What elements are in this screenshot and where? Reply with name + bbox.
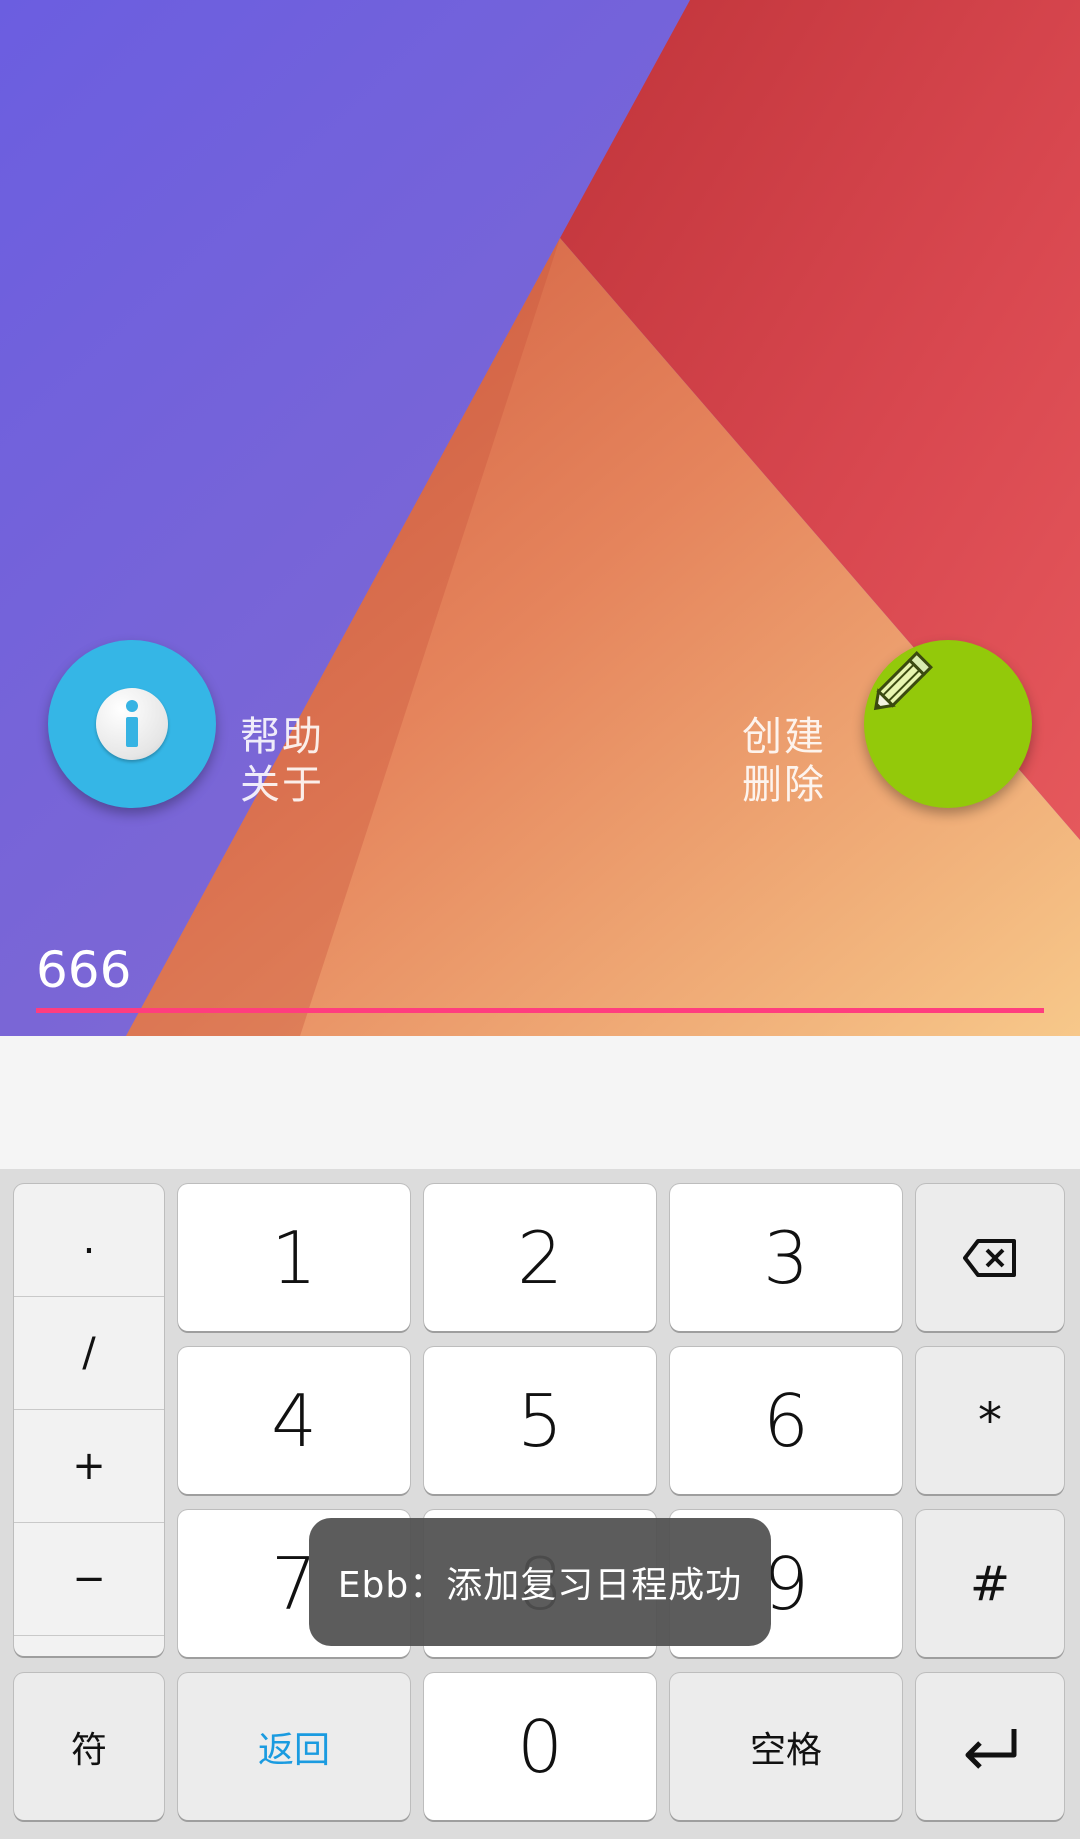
info-icon <box>96 688 168 760</box>
key-3-label: 3 <box>763 1215 809 1300</box>
symbols-key[interactable]: 符 <box>14 1673 164 1820</box>
enter-icon <box>965 1728 1017 1769</box>
key-4-label: 4 <box>271 1378 317 1463</box>
key-4[interactable]: 4 <box>178 1347 410 1494</box>
text-input[interactable]: 666 <box>36 930 1044 1013</box>
backspace-icon <box>963 1238 1016 1277</box>
create-delete-button[interactable] <box>864 640 1032 808</box>
enter-key[interactable] <box>916 1673 1064 1820</box>
wallpaper-background <box>0 0 1080 1036</box>
input-value: 666 <box>36 941 132 999</box>
space-key-label: 空格 <box>749 1729 822 1771</box>
help-label: 帮助 <box>240 714 324 760</box>
symbol-key-plus[interactable]: + <box>14 1410 164 1523</box>
key-3[interactable]: 3 <box>670 1184 902 1331</box>
hash-key[interactable]: # <box>916 1510 1064 1657</box>
key-6-label: 6 <box>763 1378 809 1463</box>
star-key[interactable]: * <box>916 1347 1064 1494</box>
help-about-label: 帮助 关于 <box>240 713 324 809</box>
key-5-label: 5 <box>517 1378 563 1463</box>
symbols-key-label: 符 <box>70 1729 107 1771</box>
create-delete-label: 创建 删除 <box>742 713 826 809</box>
symbol-panel[interactable]: . / + − <box>14 1184 164 1656</box>
return-key-label: 返回 <box>257 1729 330 1771</box>
key-1[interactable]: 1 <box>178 1184 410 1331</box>
symbol-key-minus[interactable]: − <box>14 1523 164 1636</box>
about-label: 关于 <box>240 762 324 808</box>
key-0[interactable]: 0 <box>424 1673 656 1820</box>
toast-message: Ebb：添加复习日程成功 <box>309 1518 771 1646</box>
candidate-bar <box>0 1036 1080 1169</box>
input-underline <box>36 1008 1044 1013</box>
pencil-icon <box>873 651 933 711</box>
delete-label: 删除 <box>742 762 826 808</box>
key-2-label: 2 <box>517 1215 563 1300</box>
key-0-label: 0 <box>517 1704 563 1789</box>
backspace-key[interactable] <box>916 1184 1064 1331</box>
help-about-button[interactable] <box>48 640 216 808</box>
wallpaper: 帮助 关于 创建 删除 666 <box>0 0 1080 1036</box>
key-6[interactable]: 6 <box>670 1347 902 1494</box>
space-key[interactable]: 空格 <box>670 1673 902 1820</box>
star-key-label: * <box>978 1392 1002 1449</box>
create-label: 创建 <box>742 714 826 760</box>
hash-key-label: # <box>969 1555 1011 1612</box>
key-2[interactable]: 2 <box>424 1184 656 1331</box>
key-1-label: 1 <box>271 1215 317 1300</box>
symbol-key-dot[interactable]: . <box>14 1184 164 1297</box>
return-key[interactable]: 返回 <box>178 1673 410 1820</box>
symbol-key-slash[interactable]: / <box>14 1297 164 1410</box>
key-5[interactable]: 5 <box>424 1347 656 1494</box>
